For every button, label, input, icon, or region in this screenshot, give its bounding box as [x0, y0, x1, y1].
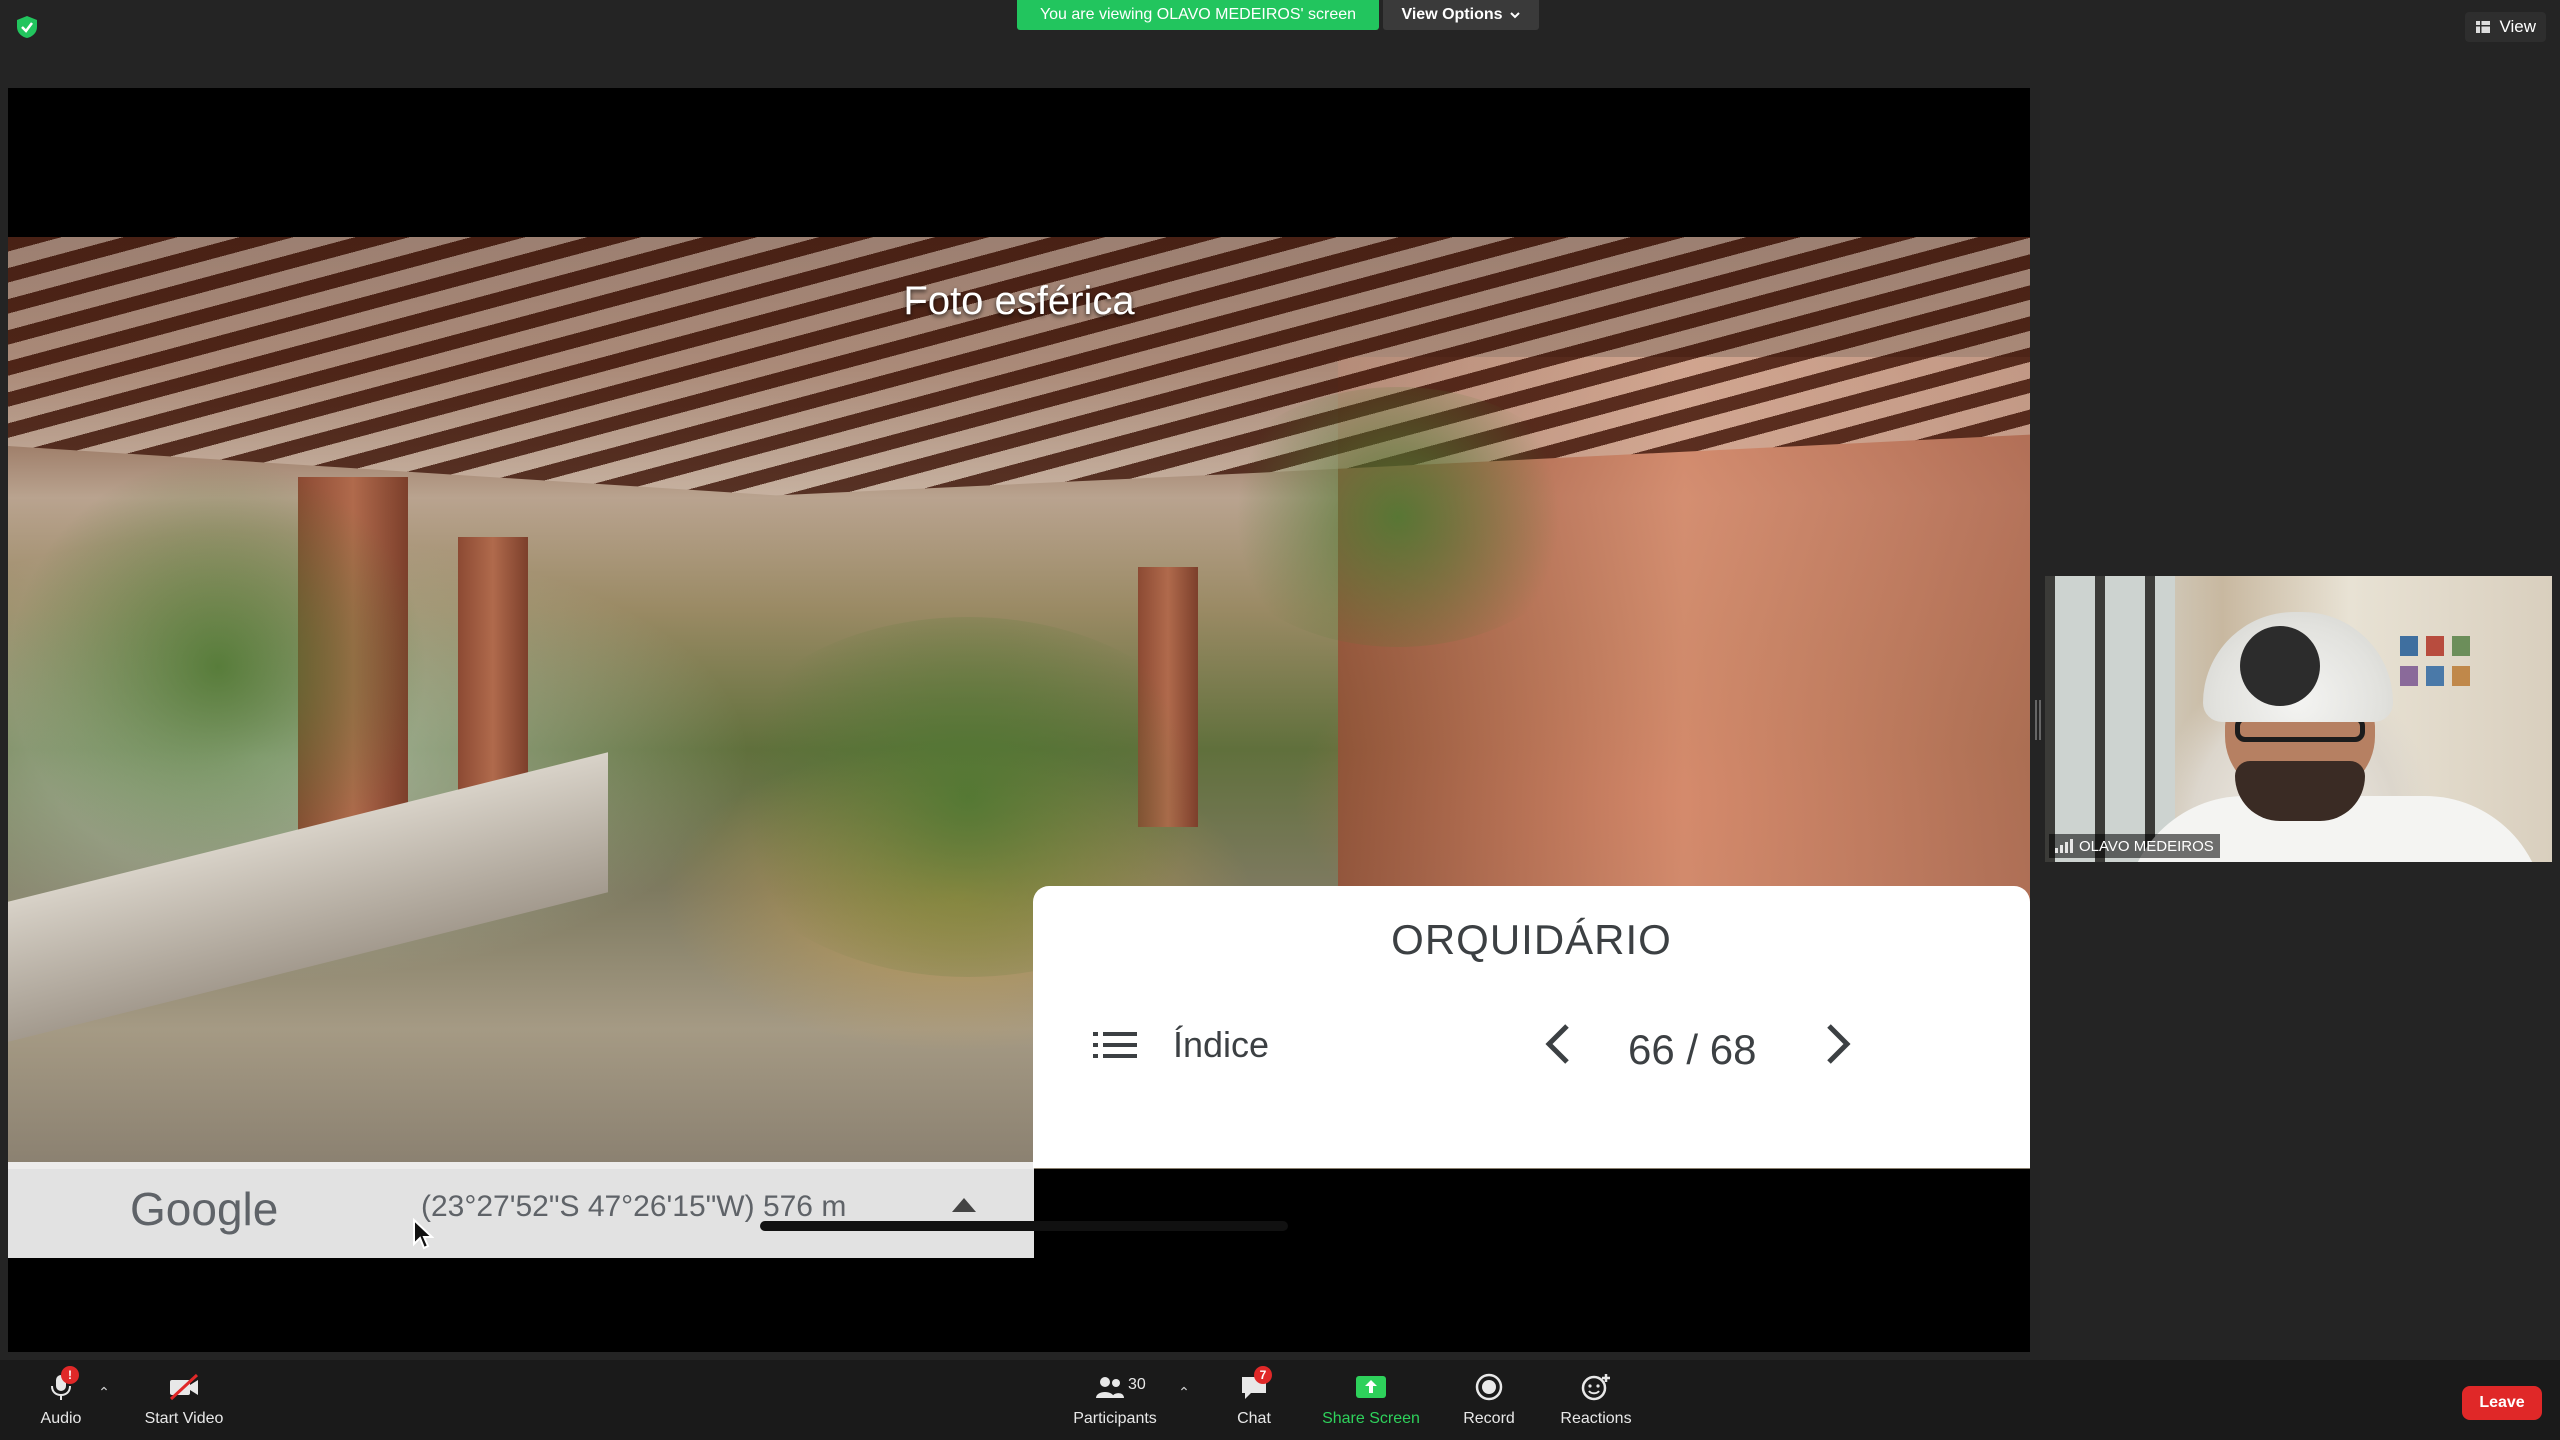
meeting-toolbar: ! Audio ⌃ Start Video 30 Participants ⌃ …	[0, 1360, 2560, 1440]
participants-icon	[1096, 1377, 1124, 1398]
participants-label: Participants	[1073, 1410, 1157, 1427]
chevron-down-icon	[1509, 12, 1520, 19]
share-screen-icon	[1356, 1376, 1386, 1398]
record-button[interactable]: Record	[1463, 1370, 1515, 1434]
share-screen-button[interactable]: Share Screen	[1322, 1370, 1420, 1434]
start-video-button[interactable]: Start Video	[143, 1370, 225, 1434]
list-icon	[1093, 1032, 1137, 1058]
zoom-meeting-window: You are viewing OLAVO MEDEIROS' screen V…	[0, 0, 2560, 1440]
participants-options-caret[interactable]: ⌃	[1174, 1382, 1194, 1402]
audio-button[interactable]: ! Audio	[38, 1366, 84, 1434]
google-attribution-bar: Google (23°27'52"S 47°26'15"W) 576 m	[8, 1162, 1034, 1258]
view-options-button[interactable]: View Options	[1383, 0, 1539, 30]
panel-resize-handle[interactable]	[2035, 700, 2041, 740]
grid-view-icon	[2476, 21, 2491, 33]
triangle-up-icon[interactable]	[952, 1198, 976, 1212]
scrub-bar[interactable]	[760, 1221, 1288, 1231]
chevron-left-icon[interactable]	[1533, 1016, 1583, 1072]
participants-button[interactable]: 30 Participants	[1070, 1370, 1160, 1434]
google-logo: Google	[130, 1183, 279, 1235]
background-window	[2045, 576, 2175, 862]
reactions-button[interactable]: Reactions	[1560, 1370, 1632, 1434]
location-info-card: ORQUIDÁRIO Índice 66 / 68	[1033, 886, 2030, 1168]
participant-name-tag: OLAVO MEDEIROS	[2049, 834, 2220, 858]
index-button[interactable]: Índice	[1093, 1024, 1269, 1066]
audio-label: Audio	[40, 1410, 82, 1427]
photo-counter: 66 / 68	[1628, 1026, 1757, 1073]
scene-foliage	[1208, 387, 1588, 647]
location-title: ORQUIDÁRIO	[1391, 916, 1672, 963]
shield-icon[interactable]	[14, 14, 40, 40]
coordinates-text: (23°27'52"S 47°26'15"W) 576 m	[421, 1190, 847, 1223]
view-label: View	[2499, 17, 2536, 36]
audio-alert-badge: !	[61, 1366, 79, 1384]
chat-label: Chat	[1237, 1410, 1271, 1427]
chevron-right-icon[interactable]	[1813, 1016, 1863, 1072]
photo-title: Foto esférica	[903, 279, 1135, 323]
share-screen-label: Share Screen	[1322, 1410, 1420, 1427]
index-label: Índice	[1173, 1024, 1270, 1065]
participants-count: 30	[1128, 1376, 1146, 1393]
view-options-label: View Options	[1401, 6, 1503, 23]
reactions-label: Reactions	[1560, 1410, 1632, 1427]
participant-name: OLAVO MEDEIROS	[2079, 837, 2214, 855]
reactions-icon	[1581, 1374, 1610, 1401]
participant-beard	[2235, 761, 2365, 821]
audio-options-caret[interactable]: ⌃	[94, 1382, 114, 1402]
view-button[interactable]: View	[2465, 12, 2546, 42]
shared-screen[interactable]: Foto esférica Google (23°27'52"S 47°26'1…	[8, 88, 2030, 1352]
background-wall-frames	[2400, 636, 2490, 706]
chat-button[interactable]: 7 Chat	[1232, 1366, 1276, 1434]
record-label: Record	[1463, 1410, 1515, 1427]
signal-icon	[2055, 839, 2073, 853]
leave-button[interactable]: Leave	[2462, 1386, 2542, 1420]
participant-video-tile[interactable]: OLAVO MEDEIROS	[2045, 576, 2552, 862]
record-icon	[1475, 1373, 1503, 1401]
leave-label: Leave	[2479, 1394, 2525, 1411]
viewing-screen-text: You are viewing OLAVO MEDEIROS' screen	[1039, 6, 1357, 23]
viewing-screen-banner: You are viewing OLAVO MEDEIROS' screen	[1017, 0, 1379, 30]
video-off-icon	[169, 1373, 199, 1401]
scene-pillar	[458, 537, 528, 797]
mouse-cursor-icon	[413, 1218, 434, 1250]
cap-logo	[2240, 626, 2320, 706]
start-video-label: Start Video	[144, 1410, 224, 1427]
chat-unread-badge: 7	[1254, 1366, 1272, 1384]
